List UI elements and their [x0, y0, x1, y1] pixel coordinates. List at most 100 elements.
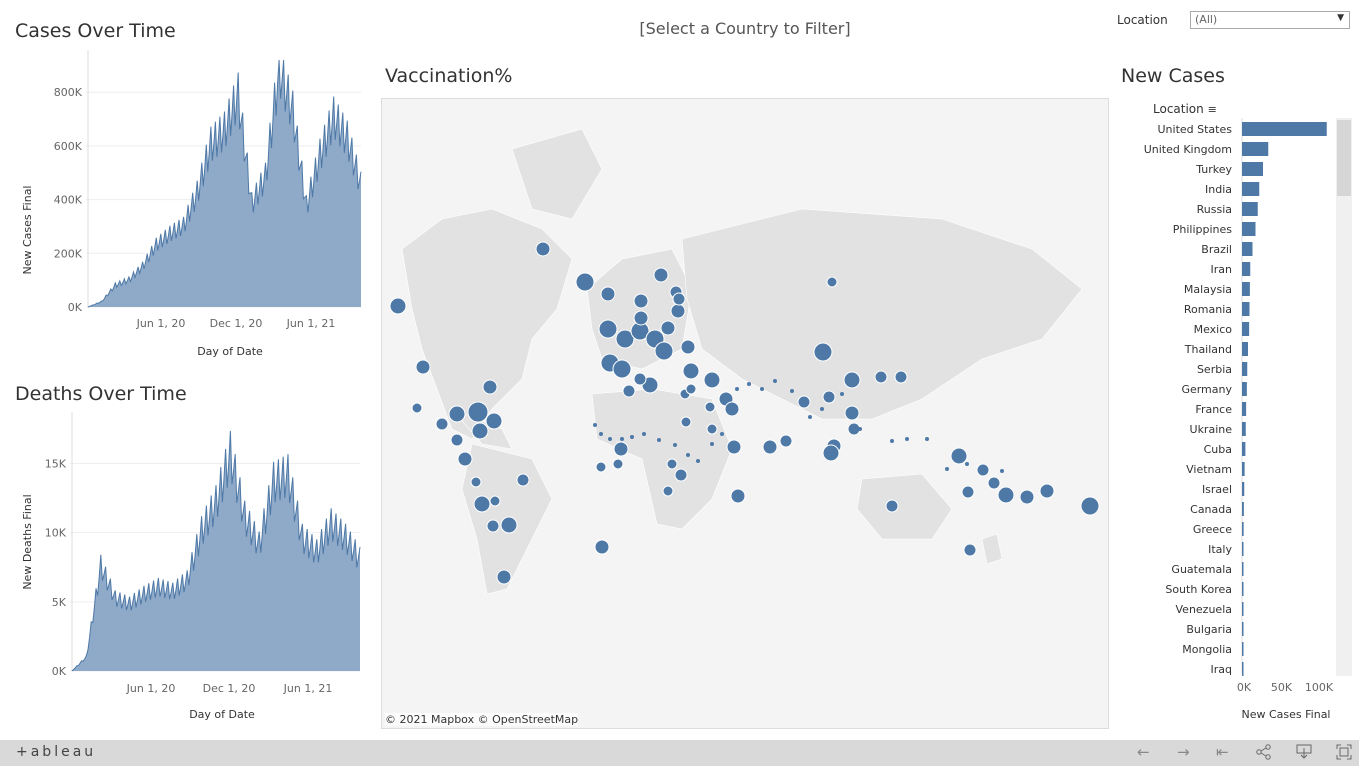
chevron-down-icon[interactable]: ▼ [1337, 13, 1344, 23]
asia-land [681, 208, 1083, 420]
bar-label: Thailand [1184, 343, 1232, 356]
vaccination-marker [797, 395, 811, 409]
vaccination-marker [1080, 496, 1100, 516]
bar-label: Germany [1181, 383, 1232, 396]
cases-xtick-label: Jun 1, 20 [136, 317, 186, 330]
vaccination-marker [674, 468, 688, 482]
vaccination-marker [496, 569, 512, 585]
vaccination-marker-small [808, 415, 812, 419]
vaccination-marker [389, 297, 407, 315]
tableau-logo[interactable]: +ableau [16, 744, 96, 760]
vaccination-marker [894, 370, 908, 384]
bar-label: Guatemala [1171, 563, 1232, 576]
undo-icon[interactable]: ← [1137, 743, 1150, 761]
location-filter-value: (All) [1195, 13, 1218, 26]
location-column-header[interactable]: Location ≡ [1153, 102, 1217, 116]
vaccination-marker-small [735, 387, 739, 391]
cases-ytick-label: 0K [68, 301, 83, 314]
cases-xtick-label: Jun 1, 21 [286, 317, 336, 330]
deaths-ytick-label: 10K [45, 527, 67, 540]
redo-icon[interactable]: → [1177, 743, 1190, 761]
vaccination-marker-small [747, 382, 751, 386]
vaccination-marker-small [905, 437, 909, 441]
deaths-ytick-label: 15K [45, 458, 67, 471]
vaccination-map[interactable] [381, 98, 1109, 729]
new-cases-chart[interactable]: New Cases Final United States United King… [1110, 118, 1335, 728]
bar [1242, 502, 1244, 516]
vaccination-marker [471, 422, 489, 440]
vaccination-marker [489, 495, 501, 507]
vaccination-marker-small [760, 387, 764, 391]
bar-label: Venezuela [1176, 603, 1233, 616]
vaccination-marker [662, 485, 674, 497]
bar-chart-scrollbar[interactable] [1336, 118, 1352, 676]
bar-label: Brazil [1201, 243, 1232, 256]
location-filter-label: Location [1117, 13, 1168, 27]
bar [1242, 282, 1250, 296]
location-column-label: Location [1153, 102, 1204, 116]
revert-icon[interactable]: ⇤ [1216, 743, 1229, 761]
vaccination-marker [500, 516, 518, 534]
vaccination-marker [666, 458, 678, 470]
vaccination-marker [467, 401, 489, 423]
bar-label: India [1205, 183, 1232, 196]
vaccination-marker [415, 359, 431, 375]
vaccination-marker-small [790, 389, 794, 393]
sort-icon[interactable]: ≡ [1208, 103, 1217, 116]
vaccination-marker [885, 499, 899, 513]
bar-label: Greece [1193, 523, 1232, 536]
deaths-area [72, 430, 360, 671]
bar [1242, 142, 1269, 156]
vaccination-marker [685, 383, 697, 395]
bar-label: Serbia [1197, 363, 1232, 376]
vaccination-marker-small [773, 379, 777, 383]
bar [1242, 482, 1245, 496]
vaccination-marker-small [840, 392, 844, 396]
tableau-toolbar [0, 740, 1359, 766]
vaccination-marker [813, 342, 833, 362]
vaccination-marker [653, 267, 669, 283]
cases-chart[interactable]: New Cases Final 800K 600K 400K 200K 0K Jun 1… [0, 50, 378, 370]
share-icon[interactable] [1256, 744, 1272, 764]
deaths-ytick-label: 0K [52, 665, 67, 678]
vaccination-marker-small [673, 443, 677, 447]
bar [1242, 582, 1244, 596]
bar-label: Malaysia [1184, 283, 1232, 296]
deaths-xtick-label: Dec 1, 20 [203, 682, 256, 695]
bar-chart-scroll-thumb[interactable] [1337, 120, 1351, 196]
location-filter-dropdown[interactable]: (All) ▼ [1190, 11, 1350, 29]
vaccination-marker-small [858, 427, 862, 431]
deaths-ylabel: New Deaths Final [21, 494, 34, 589]
vaccination-marker [822, 390, 836, 404]
vaccination-marker [730, 488, 746, 504]
fullscreen-icon[interactable] [1336, 744, 1352, 764]
filter-hint: [Select a Country to Filter] [639, 19, 851, 38]
map-title: Vaccination% [385, 65, 513, 87]
bar-label: France [1195, 403, 1232, 416]
deaths-chart-title: Deaths Over Time [15, 383, 187, 405]
vaccination-marker [470, 476, 482, 488]
cases-ytick-label: 800K [54, 86, 83, 99]
new-cases-xlabel: New Cases Final [1242, 708, 1331, 721]
deaths-chart[interactable]: New Deaths Final 15K 10K 5K 0K Jun 1, 20 Dec… [0, 412, 378, 732]
vaccination-marker [486, 519, 500, 533]
vaccination-marker [680, 416, 692, 428]
greenland-land [511, 128, 603, 220]
bar-label: Israel [1202, 483, 1232, 496]
vaccination-marker [473, 495, 491, 513]
map-attribution[interactable]: © 2021 Mapbox © OpenStreetMap [385, 713, 579, 726]
vaccination-marker [987, 476, 1001, 490]
vaccination-marker [485, 412, 503, 430]
bar [1242, 302, 1250, 316]
australia-land [856, 473, 953, 540]
bar [1242, 622, 1244, 636]
bar [1242, 602, 1244, 616]
map-canvas[interactable] [382, 99, 1108, 728]
vaccination-marker [622, 384, 636, 398]
vaccination-marker [1019, 489, 1035, 505]
vaccination-marker [575, 272, 595, 292]
download-icon[interactable] [1296, 744, 1312, 764]
bar-label: Mexico [1194, 323, 1233, 336]
bar [1242, 162, 1263, 176]
vaccination-marker-small [965, 462, 969, 466]
